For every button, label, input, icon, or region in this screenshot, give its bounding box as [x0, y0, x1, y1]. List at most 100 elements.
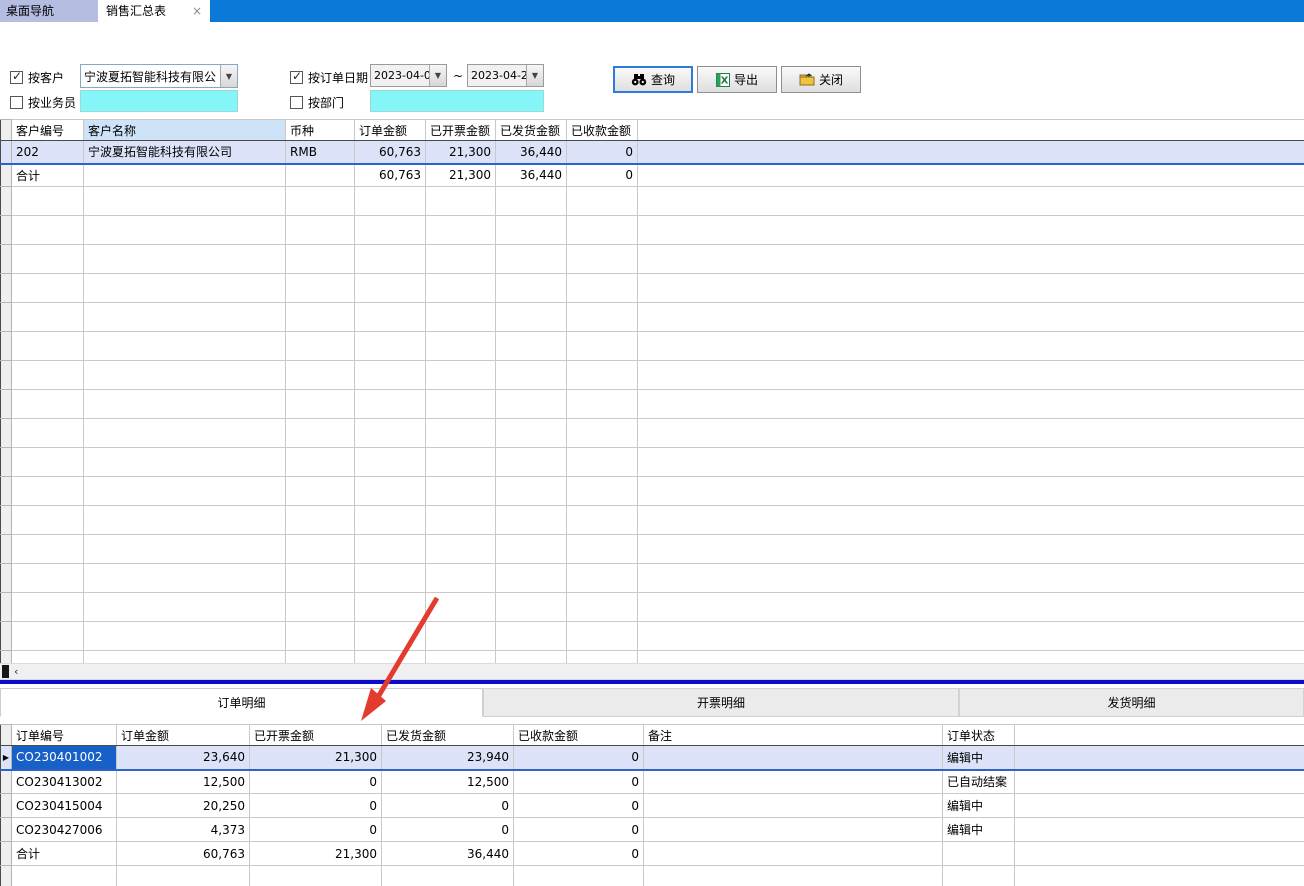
- cell[interactable]: 合计: [12, 164, 84, 187]
- cell[interactable]: [644, 818, 943, 842]
- chevron-down-icon[interactable]: ▼: [429, 65, 446, 86]
- checkbox-box[interactable]: [290, 71, 303, 84]
- column-header[interactable]: 已发货金额: [382, 725, 514, 746]
- date-to-combobox[interactable]: 2023-04-29 ▼: [467, 64, 544, 87]
- cell[interactable]: [644, 746, 943, 770]
- scroll-left-icon[interactable]: ‹: [14, 664, 18, 679]
- cell[interactable]: 编辑中: [943, 794, 1015, 818]
- cell[interactable]: 0: [250, 794, 382, 818]
- cell[interactable]: 202: [12, 141, 84, 164]
- checkbox-box[interactable]: [10, 96, 23, 109]
- close-tab-icon[interactable]: ×: [192, 0, 202, 22]
- tab-sales-summary[interactable]: 销售汇总表 ×: [98, 0, 210, 22]
- cell[interactable]: 0: [514, 818, 644, 842]
- cell[interactable]: 0: [514, 842, 644, 866]
- column-header[interactable]: 订单编号: [12, 725, 117, 746]
- cell[interactable]: 0: [514, 794, 644, 818]
- splitter-bar[interactable]: [0, 679, 1304, 684]
- cell[interactable]: RMB: [286, 141, 355, 164]
- cell[interactable]: 23,940: [382, 746, 514, 770]
- by-department-checkbox[interactable]: 按部门: [290, 94, 344, 111]
- column-header[interactable]: 订单金额: [117, 725, 250, 746]
- cell[interactable]: CO230415004: [12, 794, 117, 818]
- empty-cell: [12, 187, 84, 216]
- cell[interactable]: 宁波夏拓智能科技有限公司: [84, 141, 286, 164]
- detail-tab-2[interactable]: 开票明细: [483, 688, 959, 717]
- row-selector[interactable]: ▶: [1, 746, 12, 770]
- row-selector[interactable]: [1, 141, 12, 164]
- cell[interactable]: 60,763: [117, 842, 250, 866]
- salesman-input[interactable]: [80, 90, 238, 112]
- by-salesman-checkbox[interactable]: 按业务员: [10, 94, 76, 111]
- cell[interactable]: 0: [382, 794, 514, 818]
- chevron-down-icon[interactable]: ▼: [526, 65, 543, 86]
- cell[interactable]: 36,440: [496, 141, 567, 164]
- cell[interactable]: 21,300: [250, 746, 382, 770]
- column-header[interactable]: 币种: [286, 120, 355, 141]
- column-header[interactable]: 已收款金额: [567, 120, 638, 141]
- row-selector[interactable]: [1, 794, 12, 818]
- cell[interactable]: 36,440: [382, 842, 514, 866]
- cell[interactable]: 60,763: [355, 164, 426, 187]
- cell[interactable]: 编辑中: [943, 818, 1015, 842]
- cell[interactable]: CO230427006: [12, 818, 117, 842]
- cell[interactable]: 0: [514, 770, 644, 794]
- scrollbar-thumb[interactable]: [2, 665, 9, 678]
- cell[interactable]: 12,500: [117, 770, 250, 794]
- cell[interactable]: 23,640: [117, 746, 250, 770]
- cell[interactable]: 编辑中: [943, 746, 1015, 770]
- by-order-date-checkbox[interactable]: 按订单日期: [290, 69, 368, 86]
- cell[interactable]: [644, 842, 943, 866]
- cell[interactable]: CO230401002: [12, 746, 117, 770]
- cell[interactable]: 0: [250, 770, 382, 794]
- checkbox-box[interactable]: [10, 71, 23, 84]
- cell[interactable]: 0: [514, 746, 644, 770]
- detail-tab-1[interactable]: 订单明细: [0, 688, 483, 717]
- column-header[interactable]: 已开票金额: [426, 120, 496, 141]
- chevron-down-icon[interactable]: ▼: [220, 65, 237, 87]
- horizontal-scrollbar[interactable]: ‹: [0, 663, 1304, 679]
- column-header[interactable]: 已收款金额: [514, 725, 644, 746]
- cell[interactable]: 20,250: [117, 794, 250, 818]
- query-button[interactable]: 查询: [613, 66, 693, 93]
- cell[interactable]: [943, 842, 1015, 866]
- by-customer-checkbox[interactable]: 按客户: [10, 69, 64, 86]
- tab-desktop-nav[interactable]: 桌面导航: [0, 0, 98, 22]
- department-input[interactable]: [370, 90, 544, 112]
- close-button[interactable]: 关闭: [781, 66, 861, 93]
- cell[interactable]: 0: [250, 818, 382, 842]
- column-header[interactable]: 客户名称: [84, 120, 286, 141]
- date-from-combobox[interactable]: 2023-04-01 ▼: [370, 64, 447, 87]
- cell[interactable]: 36,440: [496, 164, 567, 187]
- row-selector[interactable]: [1, 818, 12, 842]
- cell[interactable]: 60,763: [355, 141, 426, 164]
- cell[interactable]: 4,373: [117, 818, 250, 842]
- cell[interactable]: 0: [382, 818, 514, 842]
- column-header[interactable]: 已发货金额: [496, 120, 567, 141]
- column-header[interactable]: 订单状态: [943, 725, 1015, 746]
- detail-tab-3[interactable]: 发货明细: [959, 688, 1304, 717]
- column-header[interactable]: 订单金额: [355, 120, 426, 141]
- export-button[interactable]: X 导出: [697, 66, 777, 93]
- cell[interactable]: 21,300: [250, 842, 382, 866]
- column-header[interactable]: 备注: [644, 725, 943, 746]
- column-header[interactable]: 客户编号: [12, 120, 84, 141]
- cell[interactable]: 合计: [12, 842, 117, 866]
- checkbox-box[interactable]: [290, 96, 303, 109]
- cell[interactable]: CO230413002: [12, 770, 117, 794]
- cell[interactable]: 0: [567, 164, 638, 187]
- cell[interactable]: 21,300: [426, 141, 496, 164]
- cell[interactable]: [84, 164, 286, 187]
- customer-combobox[interactable]: 宁波夏拓智能科技有限公 ▼: [80, 64, 238, 88]
- cell[interactable]: 0: [567, 141, 638, 164]
- row-selector[interactable]: [1, 770, 12, 794]
- row-selector[interactable]: [1, 842, 12, 866]
- cell[interactable]: 21,300: [426, 164, 496, 187]
- cell[interactable]: [644, 770, 943, 794]
- cell[interactable]: [644, 794, 943, 818]
- cell[interactable]: 12,500: [382, 770, 514, 794]
- row-selector[interactable]: [1, 164, 12, 187]
- cell[interactable]: [286, 164, 355, 187]
- cell[interactable]: 已自动结案: [943, 770, 1015, 794]
- column-header[interactable]: 已开票金额: [250, 725, 382, 746]
